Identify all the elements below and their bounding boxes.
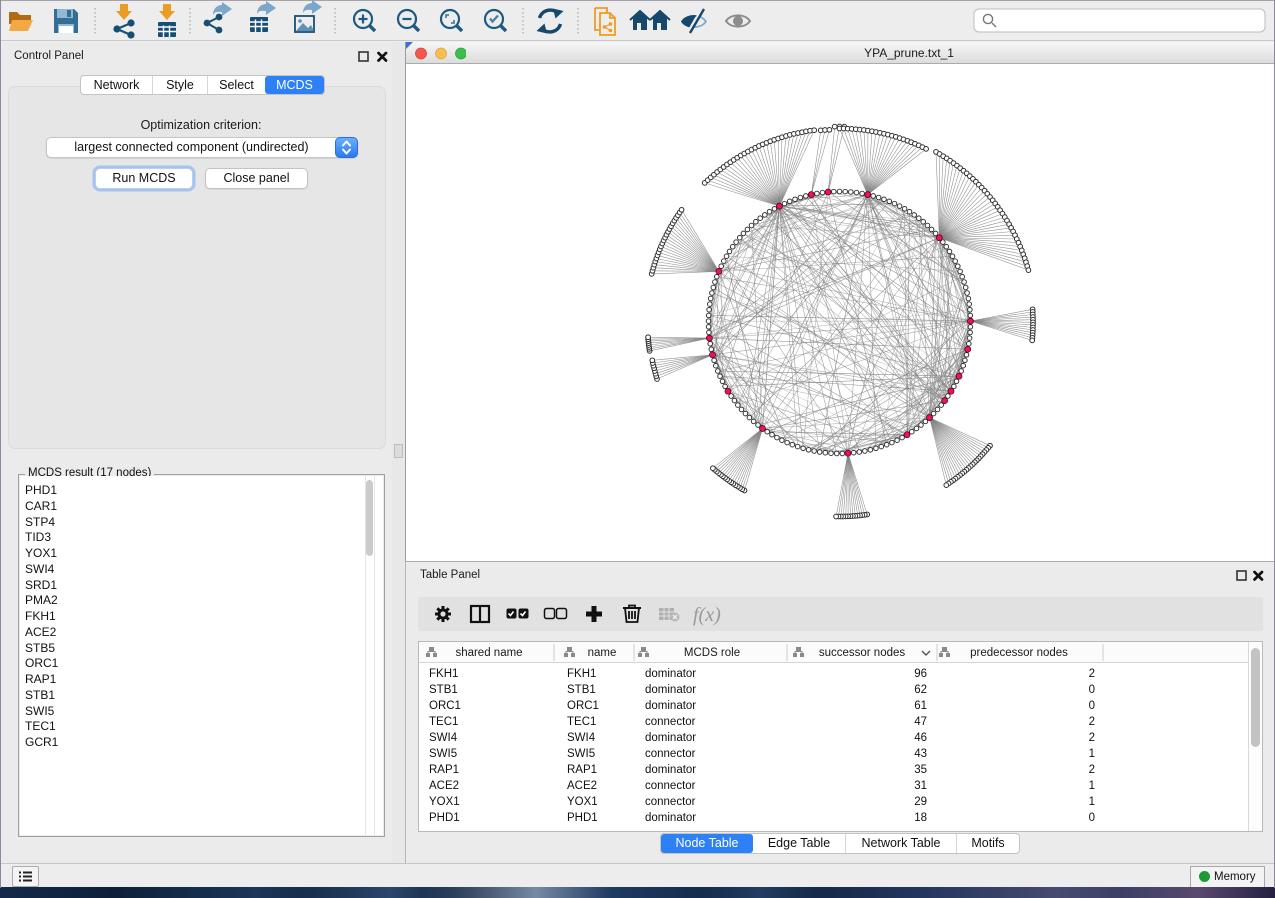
svg-text:dominator: dominator	[645, 732, 696, 744]
svg-text:dominator: dominator	[645, 812, 696, 824]
svg-text:1: 1	[1089, 780, 1095, 792]
svg-text:name: name	[588, 647, 617, 659]
svg-text:SWI4: SWI4	[567, 732, 596, 744]
svg-text:dominator: dominator	[645, 764, 696, 776]
svg-text:29: 29	[914, 796, 927, 808]
svg-text:connector: connector	[645, 780, 696, 792]
svg-text:shared name: shared name	[455, 647, 522, 659]
svg-text:47: 47	[914, 716, 927, 728]
svg-text:2: 2	[1089, 716, 1095, 728]
svg-text:ACE2: ACE2	[567, 780, 597, 792]
svg-text:connector: connector	[645, 716, 696, 728]
svg-text:f(x): f(x)	[693, 604, 721, 626]
svg-text:predecessor nodes: predecessor nodes	[970, 647, 1068, 659]
svg-text:YOX1: YOX1	[567, 796, 598, 808]
svg-text:62: 62	[914, 684, 927, 696]
svg-text:successor nodes: successor nodes	[819, 647, 906, 659]
svg-text:dominator: dominator	[645, 668, 696, 680]
svg-text:31: 31	[914, 780, 927, 792]
svg-text:SWI5: SWI5	[429, 748, 457, 760]
svg-text:1: 1	[1089, 748, 1095, 760]
svg-text:RAP1: RAP1	[429, 764, 459, 776]
svg-text:46: 46	[914, 732, 927, 744]
svg-text:SWI5: SWI5	[567, 748, 595, 760]
svg-text:YOX1: YOX1	[429, 796, 460, 808]
svg-text:dominator: dominator	[645, 684, 696, 696]
svg-text:2: 2	[1089, 668, 1095, 680]
svg-text:connector: connector	[645, 796, 696, 808]
svg-text:dominator: dominator	[645, 700, 696, 712]
svg-text:43: 43	[914, 748, 927, 760]
svg-text:TEC1: TEC1	[567, 716, 596, 728]
svg-text:61: 61	[914, 700, 927, 712]
svg-text:TEC1: TEC1	[429, 716, 458, 728]
svg-text:1: 1	[1089, 796, 1095, 808]
svg-text:RAP1: RAP1	[567, 764, 597, 776]
svg-text:FKH1: FKH1	[429, 668, 458, 680]
svg-text:PHD1: PHD1	[429, 812, 460, 824]
svg-text:2: 2	[1089, 732, 1095, 744]
svg-text:FKH1: FKH1	[567, 668, 596, 680]
svg-text:SWI4: SWI4	[429, 732, 458, 744]
svg-text:MCDS role: MCDS role	[684, 647, 740, 659]
svg-text:0: 0	[1089, 684, 1095, 696]
svg-text:35: 35	[914, 764, 927, 776]
svg-text:0: 0	[1089, 812, 1095, 824]
svg-text:18: 18	[914, 812, 927, 824]
svg-text:PHD1: PHD1	[567, 812, 598, 824]
svg-text:ACE2: ACE2	[429, 780, 459, 792]
svg-text:0: 0	[1089, 700, 1095, 712]
svg-text:96: 96	[914, 668, 927, 680]
svg-text:STB1: STB1	[567, 684, 596, 696]
svg-text:ORC1: ORC1	[429, 700, 461, 712]
svg-text:connector: connector	[645, 748, 696, 760]
svg-text:ORC1: ORC1	[567, 700, 599, 712]
svg-text:2: 2	[1089, 764, 1095, 776]
svg-text:STB1: STB1	[429, 684, 458, 696]
